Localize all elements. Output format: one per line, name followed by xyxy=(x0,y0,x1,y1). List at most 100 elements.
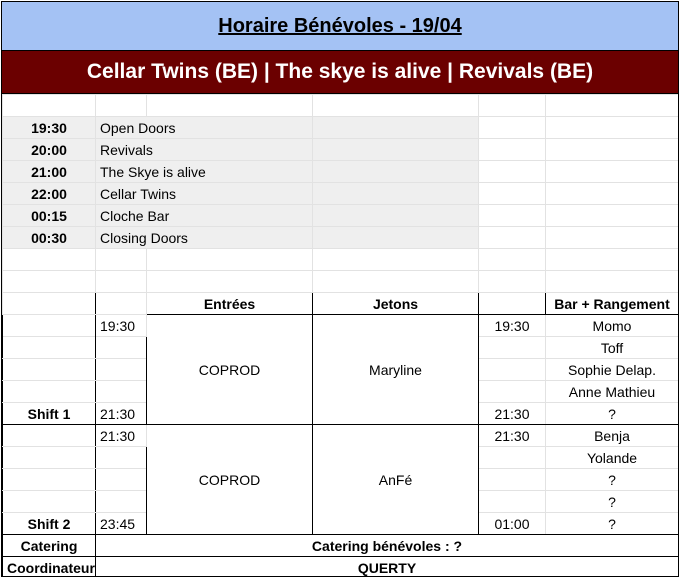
schedule-event[interactable]: The Skye is alive xyxy=(95,160,313,183)
cell[interactable] xyxy=(312,226,479,249)
schedule-time[interactable]: 20:00 xyxy=(2,138,96,161)
cell[interactable] xyxy=(312,270,479,293)
coordinateur-value[interactable]: QUERTY xyxy=(95,556,678,576)
shift2-bar-person[interactable]: Benja xyxy=(545,424,678,447)
cell[interactable] xyxy=(478,248,546,271)
cell[interactable] xyxy=(545,226,678,249)
cell[interactable] xyxy=(312,204,479,227)
schedule-event[interactable]: Cellar Twins xyxy=(95,182,313,205)
cell[interactable] xyxy=(478,182,546,205)
cell[interactable] xyxy=(2,94,96,117)
cell[interactable] xyxy=(2,380,96,403)
cell[interactable] xyxy=(2,336,96,359)
shift1-bar-end[interactable]: 21:30 xyxy=(478,402,546,425)
cell[interactable] xyxy=(545,248,678,271)
shift1-jetons[interactable]: Maryline xyxy=(312,314,479,425)
schedule-event[interactable]: Closing Doors xyxy=(95,226,313,249)
shift1-bar-person[interactable]: Anne Mathieu xyxy=(545,380,678,403)
cell[interactable] xyxy=(478,204,546,227)
schedule-event[interactable]: Open Doors xyxy=(95,116,313,139)
schedule-time[interactable]: 19:30 xyxy=(2,116,96,139)
cell[interactable] xyxy=(478,336,546,359)
lineup-title[interactable]: Cellar Twins (BE) | The skye is alive | … xyxy=(87,60,593,84)
cell[interactable] xyxy=(146,94,313,117)
shift1-bar-start[interactable]: 19:30 xyxy=(478,314,546,337)
cell[interactable] xyxy=(312,248,479,271)
catering-label[interactable]: Catering xyxy=(2,534,96,557)
shift2-bar-person[interactable]: ? xyxy=(545,512,678,535)
shift1-bar-person[interactable]: Toff xyxy=(545,336,678,359)
schedule-time[interactable]: 21:00 xyxy=(2,160,96,183)
sheet-title[interactable]: Horaire Bénévoles - 19/04 xyxy=(218,15,461,38)
shift1-end[interactable]: 21:30 xyxy=(95,402,147,425)
shift2-jetons[interactable]: AnFé xyxy=(312,424,479,535)
column-header-jetons[interactable]: Jetons xyxy=(312,292,479,315)
cell[interactable] xyxy=(478,490,546,513)
shift1-bar-person[interactable]: ? xyxy=(545,402,678,425)
cell[interactable] xyxy=(545,270,678,293)
shift2-label[interactable]: Shift 2 xyxy=(2,512,96,535)
cell[interactable] xyxy=(478,270,546,293)
shift2-bar-end[interactable]: 01:00 xyxy=(478,512,546,535)
cell[interactable] xyxy=(2,314,96,337)
cell[interactable] xyxy=(2,358,96,381)
cell[interactable] xyxy=(312,94,479,117)
cell[interactable] xyxy=(545,204,678,227)
coordinateur-label[interactable]: Coordinateur xyxy=(2,556,96,576)
cell[interactable] xyxy=(2,424,96,447)
cell[interactable] xyxy=(2,446,96,469)
shift2-bar-start[interactable]: 21:30 xyxy=(478,424,546,447)
cell[interactable] xyxy=(312,138,479,161)
schedule-event[interactable]: Revivals xyxy=(95,138,313,161)
shift1-label[interactable]: Shift 1 xyxy=(2,402,96,425)
shift2-bar-person[interactable]: Yolande xyxy=(545,446,678,469)
cell[interactable] xyxy=(95,292,147,315)
cell[interactable] xyxy=(2,248,96,271)
cell[interactable] xyxy=(478,468,546,491)
shift2-end[interactable]: 23:45 xyxy=(95,512,147,535)
schedule-time[interactable]: 22:00 xyxy=(2,182,96,205)
cell[interactable] xyxy=(478,138,546,161)
cell[interactable] xyxy=(95,490,147,513)
cell[interactable] xyxy=(545,138,678,161)
shift1-entrees[interactable]: COPROD xyxy=(146,314,313,425)
cell[interactable] xyxy=(545,160,678,183)
shift1-bar-person[interactable]: Momo xyxy=(545,314,678,337)
cell[interactable] xyxy=(478,446,546,469)
cell[interactable] xyxy=(95,358,147,381)
cell[interactable] xyxy=(2,270,96,293)
cell[interactable] xyxy=(95,380,147,403)
cell[interactable] xyxy=(478,160,546,183)
shift2-entrees[interactable]: COPROD xyxy=(146,424,313,535)
cell[interactable] xyxy=(478,226,546,249)
cell[interactable] xyxy=(2,490,96,513)
cell[interactable] xyxy=(478,94,546,117)
shift1-start[interactable]: 19:30 xyxy=(95,314,147,337)
cell[interactable] xyxy=(95,270,147,293)
cell[interactable] xyxy=(478,358,546,381)
schedule-event[interactable]: Cloche Bar xyxy=(95,204,313,227)
column-header-bar[interactable]: Bar + Rangement xyxy=(545,292,678,315)
shift2-bar-person[interactable]: ? xyxy=(545,468,678,491)
cell[interactable] xyxy=(545,182,678,205)
shift2-bar-person[interactable]: ? xyxy=(545,490,678,513)
cell[interactable] xyxy=(478,292,546,315)
cell[interactable] xyxy=(478,380,546,403)
cell[interactable] xyxy=(95,468,147,491)
cell[interactable] xyxy=(312,116,479,139)
cell[interactable] xyxy=(2,468,96,491)
schedule-time[interactable]: 00:15 xyxy=(2,204,96,227)
cell[interactable] xyxy=(312,160,479,183)
column-header-entrees[interactable]: Entrées xyxy=(146,292,313,315)
cell[interactable] xyxy=(2,292,96,315)
cell[interactable] xyxy=(545,94,678,117)
cell[interactable] xyxy=(478,116,546,139)
shift2-start[interactable]: 21:30 xyxy=(95,424,147,447)
cell[interactable] xyxy=(95,336,147,359)
cell[interactable] xyxy=(95,446,147,469)
shift1-bar-person[interactable]: Sophie Delap. xyxy=(545,358,678,381)
cell[interactable] xyxy=(312,182,479,205)
schedule-time[interactable]: 00:30 xyxy=(2,226,96,249)
catering-value[interactable]: Catering bénévoles : ? xyxy=(95,534,678,557)
cell[interactable] xyxy=(95,94,147,117)
